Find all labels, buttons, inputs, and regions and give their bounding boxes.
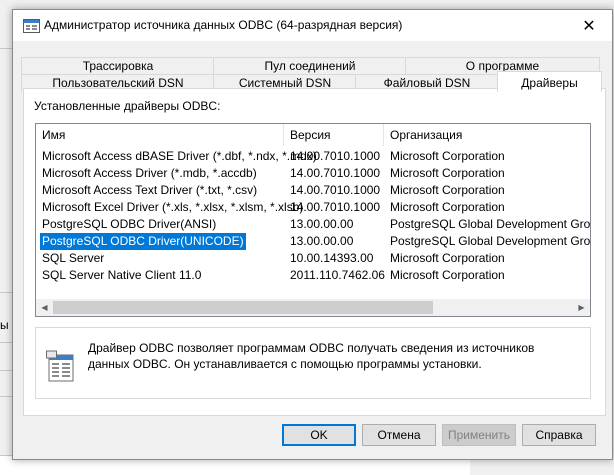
driver-version: 14.00.7010.1000 xyxy=(290,183,381,197)
driver-version: 10.00.14393.00 xyxy=(290,251,374,265)
apply-button[interactable]: Применить xyxy=(442,424,516,446)
driver-version: 13.00.00.00 xyxy=(290,234,354,248)
help-button[interactable]: Справка xyxy=(522,424,596,446)
background-partial-text: ы xyxy=(0,318,9,332)
driver-company: PostgreSQL Global Development Group xyxy=(390,234,591,248)
driver-info-text: Драйвер ODBC позволяет программам ODBC п… xyxy=(88,341,535,371)
table-row[interactable]: Microsoft Access Driver (*.mdb, *.accdb)… xyxy=(36,165,590,182)
table-row[interactable]: Microsoft Excel Driver (*.xls, *.xlsx, *… xyxy=(36,199,590,216)
driver-company: Microsoft Corporation xyxy=(390,200,505,214)
cancel-button[interactable]: Отмена xyxy=(362,424,436,446)
installed-drivers-label: Установленные драйверы ODBC: xyxy=(34,99,221,113)
tab-tracing[interactable]: Трассировка xyxy=(21,57,215,75)
table-row[interactable]: Microsoft Access Text Driver (*.txt, *.c… xyxy=(36,182,590,199)
driver-version: 14.00.7010.1000 xyxy=(290,200,381,214)
scroll-right-arrow-icon[interactable]: ▶ xyxy=(573,299,590,316)
driver-company: Microsoft Corporation xyxy=(390,183,505,197)
background-divider xyxy=(0,396,12,397)
driver-name: Microsoft Access Driver (*.mdb, *.accdb) xyxy=(42,166,257,180)
window-title: Администратор источника данных ODBC (64-… xyxy=(44,18,403,32)
table-row[interactable]: PostgreSQL ODBC Driver(ANSI) 13.00.00.00… xyxy=(36,216,590,233)
driver-info-box: Драйвер ODBC позволяет программам ODBC п… xyxy=(35,327,591,399)
driver-name: PostgreSQL ODBC Driver(UNICODE) xyxy=(40,233,246,250)
drivers-panel: Установленные драйверы ODBC: Имя Версия … xyxy=(23,88,606,416)
driver-company: Microsoft Corporation xyxy=(390,268,505,282)
tab-drivers[interactable]: Драйверы xyxy=(497,71,602,92)
driver-company: Microsoft Corporation xyxy=(390,251,505,265)
table-row[interactable]: Microsoft Access dBASE Driver (*.dbf, *.… xyxy=(36,148,590,165)
driver-name: SQL Server xyxy=(42,251,105,265)
close-button[interactable]: ✕ xyxy=(566,10,612,41)
list-header: Имя Версия Организация xyxy=(36,124,590,146)
horizontal-scrollbar[interactable]: ◀ ▶ xyxy=(36,299,590,316)
driver-version: 13.00.00.00 xyxy=(290,217,354,231)
scroll-thumb[interactable] xyxy=(53,301,433,314)
driver-version: 14.00.7010.1000 xyxy=(290,166,381,180)
title-bar[interactable]: Администратор источника данных ODBC (64-… xyxy=(13,10,612,41)
driver-version: 14.00.7010.1000 xyxy=(290,149,381,163)
scroll-left-arrow-icon[interactable]: ◀ xyxy=(36,299,53,316)
close-icon: ✕ xyxy=(582,17,596,35)
driver-rows: Microsoft Access dBASE Driver (*.dbf, *.… xyxy=(36,148,590,284)
driver-company: PostgreSQL Global Development Group xyxy=(390,217,591,231)
drivers-list[interactable]: Имя Версия Организация Microsoft Access … xyxy=(35,123,591,317)
background-divider xyxy=(0,370,12,371)
driver-name: Microsoft Access Text Driver (*.txt, *.c… xyxy=(42,183,258,197)
odbc-admin-dialog: Администратор источника данных ODBC (64-… xyxy=(12,9,613,460)
background-divider xyxy=(0,342,12,343)
ok-button[interactable]: OK xyxy=(282,424,356,446)
driver-name: Microsoft Excel Driver (*.xls, *.xlsx, *… xyxy=(42,200,304,214)
table-row-selected[interactable]: PostgreSQL ODBC Driver(UNICODE) 13.00.00… xyxy=(36,233,590,250)
driver-name: Microsoft Access dBASE Driver (*.dbf, *.… xyxy=(42,149,317,163)
tab-connection-pooling[interactable]: Пул соединений xyxy=(213,57,407,75)
driver-name: PostgreSQL ODBC Driver(ANSI) xyxy=(42,217,217,231)
odbc-info-icon xyxy=(46,350,74,382)
driver-company: Microsoft Corporation xyxy=(390,149,505,163)
column-header-company[interactable]: Организация xyxy=(384,124,590,146)
column-header-version[interactable]: Версия xyxy=(284,124,384,146)
driver-company: Microsoft Corporation xyxy=(390,166,505,180)
table-row[interactable]: SQL Server Native Client 11.0 2011.110.7… xyxy=(36,267,590,284)
background-divider xyxy=(0,48,12,49)
driver-version: 2011.110.7462.06 xyxy=(290,268,385,282)
odbc-app-icon xyxy=(23,19,40,33)
driver-name: SQL Server Native Client 11.0 xyxy=(42,268,202,282)
table-row[interactable]: SQL Server 10.00.14393.00 Microsoft Corp… xyxy=(36,250,590,267)
background-divider xyxy=(0,292,12,293)
column-header-name[interactable]: Имя xyxy=(36,124,284,146)
